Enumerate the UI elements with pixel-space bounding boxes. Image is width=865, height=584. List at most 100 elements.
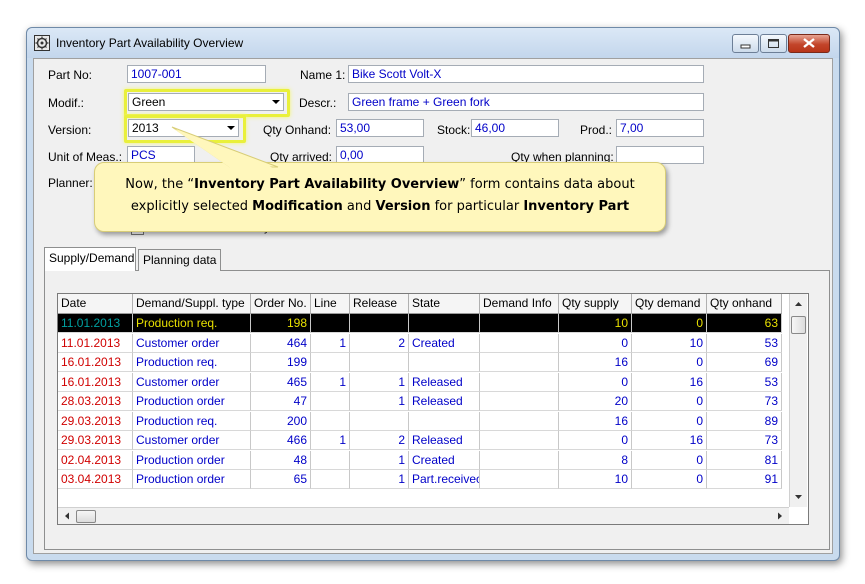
table-cell[interactable]: 198 [251, 314, 311, 333]
table-cell[interactable]: 16.01.2013 [58, 372, 133, 392]
table-row[interactable]: 02.04.2013 Production order 48 1 Created 8 0 81 [58, 450, 789, 470]
table-cell[interactable] [409, 411, 480, 431]
close-button[interactable] [788, 34, 830, 53]
table-cell[interactable]: Production req. [133, 314, 251, 333]
column-header[interactable]: Date [58, 294, 133, 314]
column-header[interactable]: Order No. [251, 294, 311, 314]
table-cell[interactable]: 10 [559, 314, 632, 333]
table-cell[interactable]: 10 [559, 470, 632, 489]
table-cell[interactable] [350, 411, 409, 431]
table-cell[interactable]: Created [409, 450, 480, 470]
table-cell[interactable]: 02.04.2013 [58, 450, 133, 470]
table-cell[interactable]: 20 [559, 392, 632, 411]
table-cell[interactable]: 48 [251, 450, 311, 470]
column-header[interactable]: Release [350, 294, 409, 314]
table-cell[interactable] [480, 450, 559, 470]
table-row[interactable]: 16.01.2013 Production req. 199 16 0 69 [58, 353, 789, 372]
descr-field[interactable]: Green frame + Green fork [348, 93, 704, 111]
vertical-scrollbar[interactable] [789, 294, 807, 507]
table-row[interactable]: 11.01.2013 Customer order 464 1 2 Created 0 10 5… [58, 333, 789, 353]
table-cell[interactable]: Customer order [133, 333, 251, 353]
table-cell[interactable]: 10 [632, 333, 707, 353]
scroll-thumb[interactable] [791, 316, 806, 334]
scroll-right-icon[interactable] [773, 508, 787, 524]
part-no-field[interactable]: 1007-001 [127, 65, 266, 83]
table-cell[interactable]: 1 [350, 372, 409, 392]
column-header[interactable]: Qty demand [632, 294, 707, 314]
column-header[interactable]: State [409, 294, 480, 314]
table-cell[interactable]: Released [409, 392, 480, 411]
scroll-down-icon[interactable] [790, 490, 807, 504]
table-cell[interactable]: 1 [350, 450, 409, 470]
table-cell[interactable] [311, 314, 350, 333]
table-cell[interactable]: Production order [133, 470, 251, 489]
table-cell[interactable]: Customer order [133, 372, 251, 392]
table-cell[interactable]: 1 [350, 392, 409, 411]
table-cell[interactable] [480, 470, 559, 489]
table-cell[interactable]: 464 [251, 333, 311, 353]
column-header[interactable]: Qty supply [559, 294, 632, 314]
table-cell[interactable]: 0 [632, 470, 707, 489]
table-cell[interactable] [350, 353, 409, 372]
table-cell[interactable] [409, 314, 480, 333]
table-cell[interactable]: 1 [350, 470, 409, 489]
table-cell[interactable]: 0 [632, 314, 707, 333]
table-cell[interactable] [350, 314, 409, 333]
table-cell[interactable]: Production req. [133, 411, 251, 431]
table-cell[interactable]: 0 [632, 392, 707, 411]
table-cell[interactable]: 0 [632, 353, 707, 372]
table-cell[interactable] [480, 372, 559, 392]
table-cell[interactable]: 2 [350, 431, 409, 450]
name1-field[interactable]: Bike Scott Volt-X [348, 65, 704, 83]
table-cell[interactable]: 63 [707, 314, 782, 333]
table-cell[interactable]: 16 [559, 353, 632, 372]
table-cell[interactable]: Released [409, 431, 480, 450]
modif-combo[interactable]: Green [128, 93, 284, 111]
scroll-left-icon[interactable] [60, 508, 74, 524]
table-cell[interactable]: 11.01.2013 [58, 314, 133, 333]
qty-onhand-field[interactable]: 53,00 [336, 119, 424, 137]
table-cell[interactable]: 466 [251, 431, 311, 450]
table-row[interactable]: 11.01.2013 Production req. 198 10 0 63 [58, 314, 789, 333]
table-cell[interactable]: 11.01.2013 [58, 333, 133, 353]
minimize-button[interactable] [732, 34, 759, 53]
table-cell[interactable]: 16 [632, 372, 707, 392]
table-row[interactable]: 29.03.2013 Production req. 200 16 0 89 [58, 411, 789, 431]
supply-demand-grid[interactable]: Date Demand/Suppl. type Order No. Line Relea… [57, 293, 809, 525]
table-cell[interactable]: Production order [133, 450, 251, 470]
table-cell[interactable]: 73 [707, 392, 782, 411]
table-cell[interactable] [480, 411, 559, 431]
table-cell[interactable]: 69 [707, 353, 782, 372]
column-header[interactable]: Demand/Suppl. type [133, 294, 251, 314]
horizontal-scrollbar[interactable] [58, 507, 789, 524]
scroll-thumb[interactable] [76, 510, 96, 523]
table-cell[interactable]: 16 [632, 431, 707, 450]
table-cell[interactable]: 73 [707, 431, 782, 450]
maximize-button[interactable] [760, 34, 787, 53]
table-cell[interactable]: 2 [350, 333, 409, 353]
table-cell[interactable]: 0 [632, 411, 707, 431]
table-cell[interactable]: Created [409, 333, 480, 353]
table-cell[interactable] [311, 353, 350, 372]
column-header[interactable]: Demand Info [480, 294, 559, 314]
table-cell[interactable]: 65 [251, 470, 311, 489]
table-cell[interactable]: 29.03.2013 [58, 431, 133, 450]
table-cell[interactable]: 28.03.2013 [58, 392, 133, 411]
table-cell[interactable]: 03.04.2013 [58, 470, 133, 489]
table-cell[interactable]: 199 [251, 353, 311, 372]
table-row[interactable]: 16.01.2013 Customer order 465 1 1 Released 0 16… [58, 372, 789, 392]
table-cell[interactable]: 91 [707, 470, 782, 489]
tab-planning-data[interactable]: Planning data [138, 249, 221, 271]
table-cell[interactable]: 89 [707, 411, 782, 431]
column-header[interactable]: Line [311, 294, 350, 314]
table-cell[interactable]: 81 [707, 450, 782, 470]
table-cell[interactable]: Customer order [133, 431, 251, 450]
table-row[interactable]: 28.03.2013 Production order 47 1 Released 20 0… [58, 392, 789, 411]
table-cell[interactable]: 1 [311, 372, 350, 392]
table-cell[interactable]: 0 [559, 333, 632, 353]
table-cell[interactable]: 53 [707, 372, 782, 392]
table-cell[interactable] [480, 314, 559, 333]
table-cell[interactable] [311, 411, 350, 431]
table-cell[interactable]: Production req. [133, 353, 251, 372]
table-cell[interactable] [480, 333, 559, 353]
